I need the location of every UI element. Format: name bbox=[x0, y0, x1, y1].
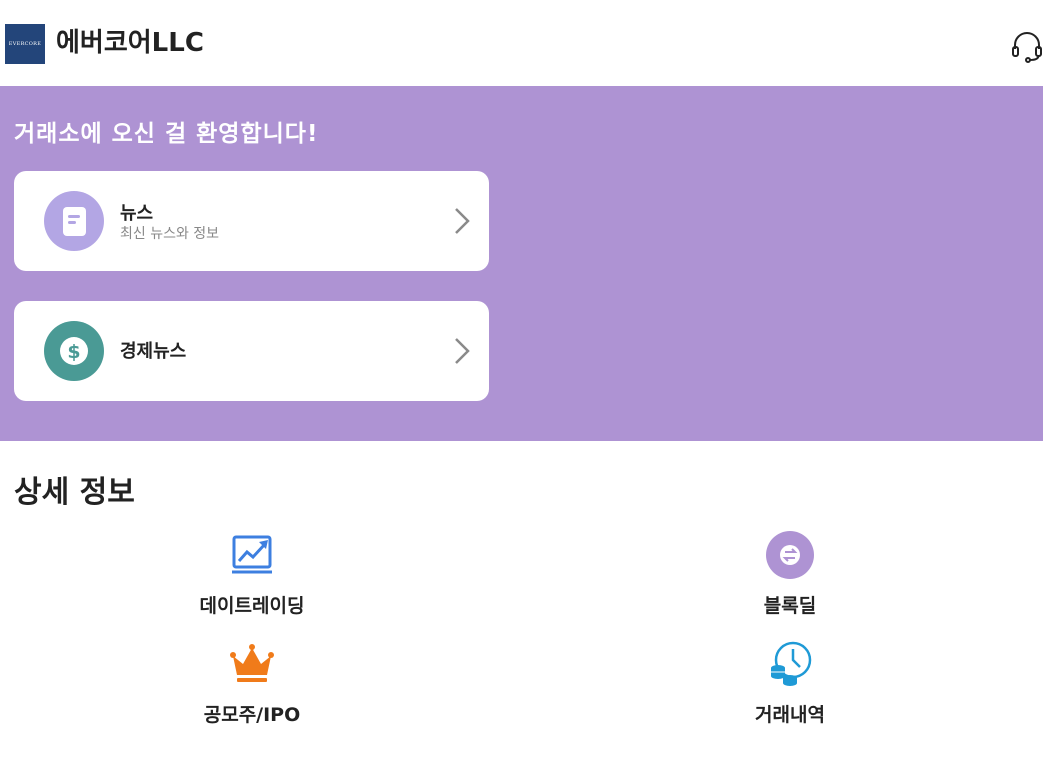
economy-news-card[interactable]: $ 경제뉴스 bbox=[14, 301, 489, 401]
trade-history-item[interactable]: 거래내역 bbox=[680, 640, 900, 740]
news-card[interactable]: 뉴스 최신 뉴스와 정보 bbox=[14, 171, 489, 271]
chevron-right-icon bbox=[455, 338, 470, 364]
app-header: EVERCORE 에버코어LLC bbox=[0, 0, 1043, 86]
economy-news-card-title: 경제뉴스 bbox=[120, 341, 187, 362]
crown-icon bbox=[230, 644, 274, 682]
block-deal-label: 블록딜 bbox=[763, 595, 817, 617]
logo-text: EVERCORE bbox=[8, 41, 42, 47]
company-logo: EVERCORE bbox=[5, 24, 45, 64]
welcome-text: 거래소에 오신 걸 환영합니다! bbox=[14, 121, 319, 147]
block-deal-item[interactable]: 블록딜 bbox=[680, 531, 900, 631]
day-trading-item[interactable]: 데이트레이딩 bbox=[142, 531, 362, 631]
ipo-item[interactable]: 공모주/IPO bbox=[142, 640, 362, 740]
ipo-label: 공모주/IPO bbox=[203, 704, 301, 726]
welcome-banner: 거래소에 오신 걸 환영합니다! 뉴스 최신 뉴스와 정보 $ 경제뉴스 bbox=[0, 86, 1043, 441]
support-button[interactable] bbox=[1010, 30, 1043, 64]
news-card-title: 뉴스 bbox=[120, 203, 154, 224]
svg-text:$: $ bbox=[67, 341, 80, 363]
dollar-icon: $ bbox=[44, 321, 104, 381]
app-title: 에버코어LLC bbox=[56, 28, 204, 58]
day-trading-label: 데이트레이딩 bbox=[199, 595, 305, 617]
headset-icon bbox=[1012, 32, 1042, 63]
chart-trend-icon bbox=[232, 535, 272, 574]
trade-history-label: 거래내역 bbox=[755, 704, 825, 726]
news-card-subtitle: 최신 뉴스와 정보 bbox=[120, 226, 220, 242]
document-icon bbox=[44, 191, 104, 251]
exchange-icon bbox=[766, 531, 814, 579]
section-title: 상세 정보 bbox=[14, 475, 135, 510]
chevron-right-icon bbox=[455, 208, 470, 234]
clock-coins-icon bbox=[771, 641, 812, 686]
